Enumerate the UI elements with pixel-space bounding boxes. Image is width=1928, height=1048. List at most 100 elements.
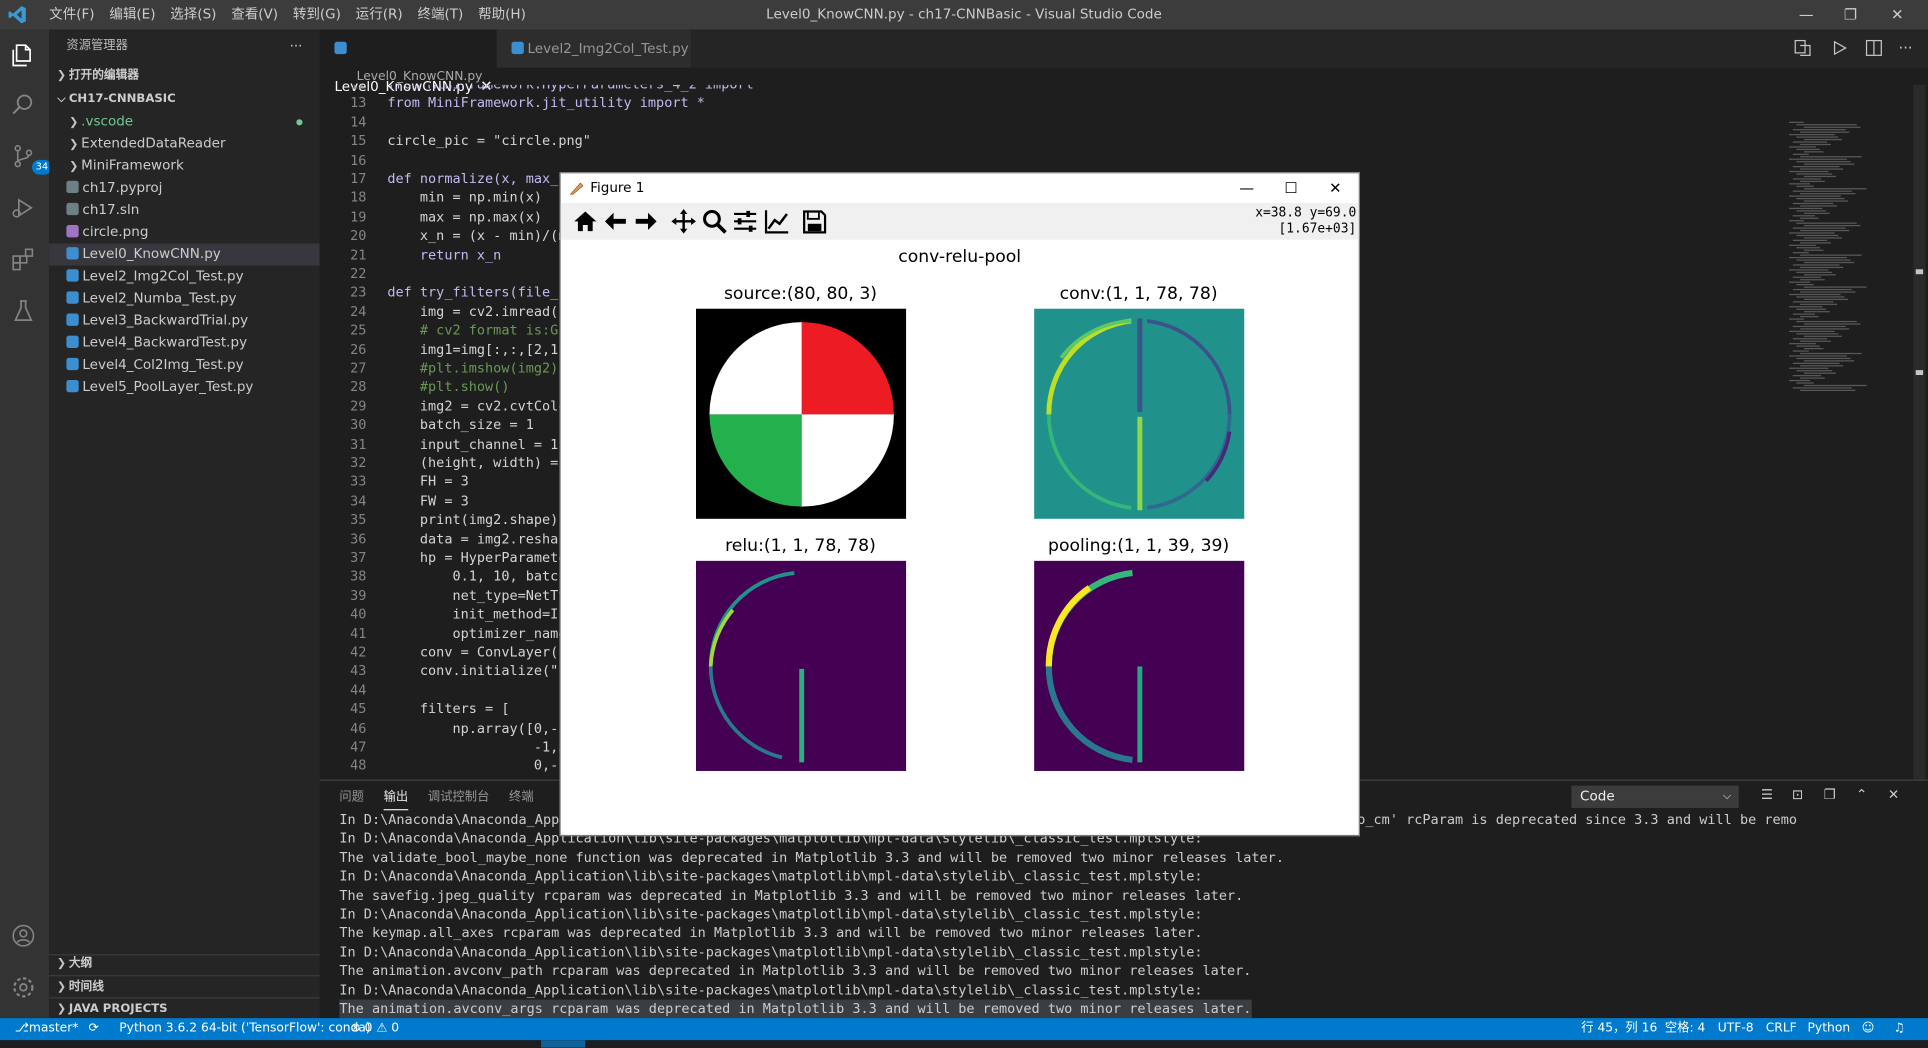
open-log-icon[interactable]: ❐ xyxy=(1821,787,1838,804)
editor-scrollbar[interactable] xyxy=(1913,84,1926,780)
search-icon[interactable] xyxy=(10,91,40,121)
menu-run[interactable]: 运行(R) xyxy=(348,0,410,30)
code-line[interactable]: img = cv2.imread(f xyxy=(387,302,567,321)
code-line[interactable]: img2 = cv2.cvtColo xyxy=(387,397,567,416)
tree-item[interactable]: circle.png xyxy=(49,221,320,243)
home-icon[interactable] xyxy=(572,208,599,235)
code-line[interactable]: x_n = (x - min)/(m xyxy=(387,226,567,245)
tab-level2-img2col[interactable]: Level2_Img2Col_Test.py xyxy=(496,29,692,68)
code-line[interactable]: optimizer_name xyxy=(387,624,566,643)
lock-scroll-icon[interactable]: ⊡ xyxy=(1789,787,1806,804)
git-branch-status[interactable]: ⎇ master* xyxy=(15,1018,79,1040)
python-interpreter-status[interactable]: Python 3.6.2 64-bit ('TensorFlow': conda… xyxy=(119,1018,370,1040)
maximize-panel-icon[interactable]: ⌃ xyxy=(1853,787,1870,804)
sync-icon[interactable]: ⟳ xyxy=(89,1018,99,1040)
tree-item[interactable]: Level0_KnowCNN.py xyxy=(49,243,320,266)
tree-item[interactable]: Level4_Col2Img_Test.py xyxy=(49,354,320,376)
code-line[interactable]: filters = [ xyxy=(387,700,510,719)
menu-selection[interactable]: 选择(S) xyxy=(163,0,224,30)
code-line[interactable]: max = np.max(x) xyxy=(387,208,542,227)
tab-level0-knowcnn[interactable]: Level0_KnowCNN.py ✕ xyxy=(319,29,497,95)
indentation-status[interactable]: 空格: 4 xyxy=(1665,1018,1705,1040)
code-line[interactable]: print(img2.shape) xyxy=(387,511,558,530)
back-arrow-icon[interactable] xyxy=(603,208,630,235)
account-icon[interactable] xyxy=(10,922,40,952)
close-panel-icon[interactable]: ✕ xyxy=(1885,787,1902,804)
code-line[interactable]: (height, width) = xyxy=(387,454,566,473)
code-line[interactable]: FW = 3 xyxy=(387,492,469,511)
testing-flask-icon[interactable] xyxy=(10,298,40,328)
tree-item[interactable]: Level2_Img2Col_Test.py xyxy=(49,266,320,288)
code-line[interactable]: init_method=In xyxy=(387,605,566,624)
code-line[interactable]: -1,5 xyxy=(387,738,567,757)
minimize-button[interactable]: — xyxy=(1783,0,1830,30)
clear-output-icon[interactable]: ☰ xyxy=(1758,787,1775,804)
tab-terminal[interactable]: 终端 xyxy=(509,786,534,811)
code-line[interactable]: img1=img[:,:,[2,1, xyxy=(387,340,567,359)
settings-gear-icon[interactable] xyxy=(10,974,40,1004)
outline-section[interactable]: ❯ 大纲 xyxy=(49,953,92,975)
tree-item[interactable]: Level3_BackwardTrial.py xyxy=(49,310,320,332)
code-line[interactable]: circle_pic = "circle.png" xyxy=(387,132,591,151)
tree-item[interactable]: Level5_PoolLayer_Test.py xyxy=(49,376,320,398)
code-line[interactable]: data = img2.reshape xyxy=(387,529,575,548)
menu-help[interactable]: 帮助(H) xyxy=(471,0,534,30)
tree-item[interactable]: ch17.sln xyxy=(49,199,320,221)
restore-button[interactable]: ❐ xyxy=(1827,0,1874,30)
tree-item[interactable]: ch17.pyproj xyxy=(49,177,320,199)
zoom-magnifier-icon[interactable] xyxy=(701,208,728,235)
open-editors-section[interactable]: ❯ 打开的编辑器 xyxy=(49,65,320,87)
code-line[interactable]: def normalize(x, max_v xyxy=(387,170,566,189)
figure-close-button[interactable]: ✕ xyxy=(1313,173,1357,203)
forward-arrow-icon[interactable] xyxy=(632,208,659,235)
code-line[interactable]: # cv2 format is:G xyxy=(387,321,566,340)
code-line[interactable]: np.array([0,-1 xyxy=(387,719,566,738)
feedback-icon[interactable]: ☺ xyxy=(1862,1018,1875,1040)
code-line[interactable]: return x_n xyxy=(387,245,501,264)
menu-edit[interactable]: 编辑(E) xyxy=(102,0,163,30)
code-line[interactable]: from MiniFramework.jit_utility import * xyxy=(387,94,705,113)
tree-item[interactable]: ❯ .vscode xyxy=(49,111,320,133)
encoding-status[interactable]: UTF-8 xyxy=(1718,1018,1754,1040)
menu-terminal[interactable]: 终端(T) xyxy=(410,0,471,30)
figure-minimize-button[interactable]: — xyxy=(1225,173,1269,203)
more-actions-icon[interactable]: ··· xyxy=(1899,38,1919,58)
code-line[interactable]: input_channel = 1 xyxy=(387,435,558,454)
output-channel-select[interactable]: Code ⌵ xyxy=(1571,785,1739,808)
explorer-icon[interactable] xyxy=(10,42,40,72)
notifications-bell-icon[interactable]: ♫ xyxy=(1894,1018,1905,1040)
code-line[interactable]: #plt.show() xyxy=(387,378,510,397)
java-projects-section[interactable]: ❯ JAVA PROJECTS xyxy=(49,997,320,1019)
code-line[interactable]: batch_size = 1 xyxy=(387,416,534,435)
tree-item[interactable]: Level4_BackwardTest.py xyxy=(49,332,320,354)
save-figure-icon[interactable] xyxy=(800,208,827,235)
menu-file[interactable]: 文件(F) xyxy=(42,0,102,30)
code-line[interactable]: def try_filters(file_n xyxy=(387,283,566,302)
figure-maximize-button[interactable]: ☐ xyxy=(1269,173,1313,203)
code-line[interactable]: 0,-1 xyxy=(387,757,567,776)
edit-axes-icon[interactable] xyxy=(764,208,791,235)
minimap[interactable] xyxy=(1789,85,1912,392)
project-section[interactable]: ⌵ CH17-CNNBASIC xyxy=(49,89,320,111)
timeline-section[interactable]: ❯ 时间线 xyxy=(49,975,320,997)
code-line[interactable]: from MiniFramework.HyperParameters_4_2 i… xyxy=(387,85,770,94)
more-actions-icon[interactable]: ··· xyxy=(290,30,303,64)
pan-move-icon[interactable] xyxy=(670,208,697,235)
tree-item[interactable]: Level2_Numba_Test.py xyxy=(49,288,320,310)
menu-go[interactable]: 转到(G) xyxy=(285,0,348,30)
tree-item[interactable]: ❯ ExtendedDataReader xyxy=(49,133,320,155)
tab-output[interactable]: 输出 xyxy=(383,786,409,811)
configure-subplots-icon[interactable] xyxy=(732,208,759,235)
source-control-icon[interactable]: 34 xyxy=(10,143,52,175)
close-window-button[interactable]: ✕ xyxy=(1874,0,1921,30)
tab-debug-console[interactable]: 调试控制台 xyxy=(428,786,489,811)
compare-icon[interactable] xyxy=(1793,38,1813,58)
run-debug-icon[interactable] xyxy=(10,194,40,224)
extensions-icon[interactable] xyxy=(10,246,40,276)
code-line[interactable]: net_type=NetTy xyxy=(387,586,566,605)
tree-item[interactable]: ❯ MiniFramework xyxy=(49,155,320,177)
split-editor-icon[interactable] xyxy=(1864,38,1884,58)
code-line[interactable]: conv = ConvLayer(( xyxy=(387,643,567,662)
run-file-icon[interactable] xyxy=(1830,38,1850,58)
language-mode-status[interactable]: Python xyxy=(1808,1018,1851,1040)
